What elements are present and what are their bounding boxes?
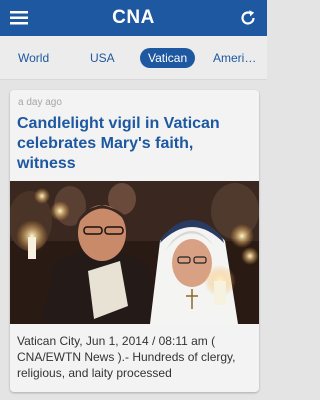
category-tabs: World USA Vatican Ameri… [0, 36, 267, 80]
article-headline[interactable]: Candlelight vigil in Vatican celebrates … [17, 114, 255, 174]
tab-americas[interactable]: Ameri… [213, 48, 256, 68]
article-photo[interactable] [10, 181, 259, 324]
app-title: CNA [112, 7, 155, 28]
vigil-photo-illustration [10, 181, 259, 324]
article-summary: Vatican City, Jun 1, 2014 / 08:11 am ( C… [17, 334, 236, 380]
tab-vatican[interactable]: Vatican [140, 48, 196, 68]
article-time: a day ago [18, 97, 62, 108]
tab-usa[interactable]: USA [90, 48, 115, 68]
refresh-button[interactable] [229, 0, 267, 36]
refresh-icon [241, 10, 255, 25]
menu-button[interactable] [0, 0, 38, 36]
menu-icon [10, 11, 28, 25]
tab-world[interactable]: World [18, 48, 49, 68]
app-bar: CNA [0, 0, 267, 36]
article-card[interactable]: a day ago Candlelight vigil in Vatican c… [10, 90, 259, 392]
